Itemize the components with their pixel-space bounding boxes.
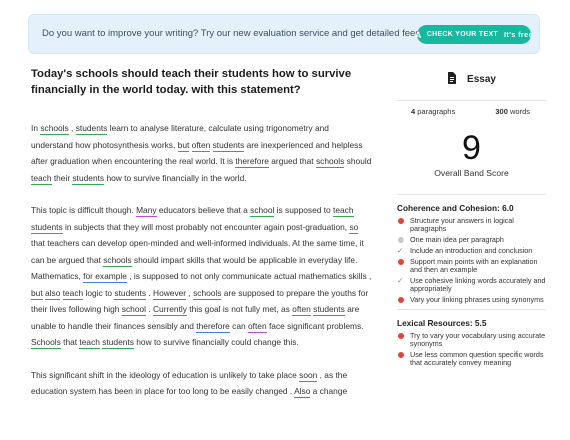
red-dot-icon [398, 333, 404, 339]
highlighted-word[interactable]: also [44, 287, 61, 300]
highlighted-word[interactable]: for example [83, 271, 127, 283]
free-label: It's free [504, 30, 534, 39]
essay-paragraph: This topic is difficult though. Many edu… [31, 205, 372, 349]
divider [397, 309, 546, 310]
highlighted-word[interactable]: However [153, 287, 187, 300]
criterion-title: Lexical Resources: 5.5 [397, 318, 487, 328]
highlighted-word[interactable]: school [121, 304, 146, 316]
divider [397, 194, 546, 195]
gray-dot-icon [398, 237, 404, 243]
criterion-item: One main idea per paragraph [397, 236, 546, 244]
criterion-item: Use less common question specific words … [397, 351, 546, 367]
highlighted-word[interactable]: but [177, 139, 190, 152]
highlighted-word[interactable]: soon [299, 369, 318, 382]
banner-text: Do you want to improve your writing? Try… [42, 28, 444, 39]
essay-body: Today's schools should teach their stude… [31, 64, 373, 400]
highlighted-word[interactable]: so [349, 221, 359, 234]
red-dot-icon [398, 352, 404, 358]
essay-paragraph: In schools , students learn to analyse l… [31, 123, 372, 185]
criterion-item: ✓ Include an introduction and conclusion [397, 246, 533, 255]
essay-title: Today's schools should teach their stude… [31, 68, 352, 96]
highlighted-word[interactable]: Many [136, 205, 157, 217]
highlighted-word[interactable]: Currently [152, 304, 187, 316]
essay-label: Essay [467, 73, 496, 85]
words-stat: 300 words [495, 107, 530, 116]
highlighted-word[interactable]: teach [79, 337, 100, 349]
highlighted-word[interactable]: Also [294, 386, 311, 398]
highlighted-word[interactable]: teach [31, 172, 52, 185]
highlighted-word[interactable]: often [292, 304, 311, 316]
highlighted-word[interactable]: therefore [196, 320, 230, 333]
highlighted-word[interactable]: students [102, 337, 134, 349]
highlighted-word[interactable]: schools [40, 123, 69, 135]
document-icon [447, 71, 457, 87]
highlighted-word[interactable]: students [75, 123, 108, 135]
highlighted-word[interactable]: schools [315, 156, 345, 168]
check-icon: ✓ [397, 246, 404, 255]
feedback-banner: Do you want to improve your writing? Try… [28, 14, 540, 54]
criterion-item: Try to vary your vocabulary using accura… [397, 332, 546, 348]
criterion-item: Vary your linking phrases using synonyms [397, 296, 546, 304]
highlighted-word[interactable]: often [191, 139, 211, 152]
check-text-label: CHECK YOUR TEXT [426, 31, 499, 38]
check-icon: ✓ [397, 276, 404, 285]
highlighted-word[interactable]: schools [103, 254, 132, 267]
criterion-title: Coherence and Cohesion: 6.0 [397, 203, 514, 213]
highlighted-word[interactable]: teach [62, 287, 84, 300]
highlighted-word[interactable]: students [72, 172, 105, 185]
essay-header: Essay [397, 68, 546, 90]
highlighted-word[interactable]: schools [193, 287, 222, 300]
red-dot-icon [398, 259, 404, 265]
criterion-item: Structure your answers in logical paragr… [397, 217, 546, 233]
highlighted-word[interactable]: students [313, 304, 345, 316]
highlighted-word[interactable]: often [248, 320, 267, 333]
highlighted-word[interactable]: students [212, 139, 245, 152]
score-panel: Essay 4 paragraphs 300 words 9 Overall B… [397, 64, 546, 370]
essay-paragraph: This significant shift in the ideology o… [31, 369, 348, 398]
highlighted-word[interactable]: students [114, 287, 147, 300]
essay-stats: 4 paragraphs 300 words [397, 101, 546, 116]
highlighted-word[interactable]: teach [333, 205, 354, 217]
band-score: 9 [462, 129, 481, 167]
highlighted-word[interactable]: therefore [235, 156, 269, 168]
pen-check-icon: A [414, 29, 422, 40]
criterion-item: Support main points with an explanation … [397, 258, 546, 274]
highlighted-word[interactable]: school [250, 205, 275, 217]
criterion-item: ✓ Use cohesive linking words accurately a… [397, 276, 546, 293]
paragraphs-stat: 4 paragraphs [411, 107, 456, 116]
check-text-button[interactable]: A CHECK YOUR TEXT It's free [414, 25, 534, 44]
red-dot-icon [398, 297, 404, 303]
band-score-label: Overall Band Score [434, 168, 509, 178]
criteria-list: Coherence and Cohesion: 6.0 Structure you… [397, 203, 546, 367]
red-dot-icon [398, 218, 404, 224]
criterion-items: Structure your answers in logical paragr… [397, 217, 546, 304]
highlighted-word[interactable]: Schools [31, 337, 61, 349]
highlighted-word[interactable]: students [31, 221, 63, 234]
highlighted-word[interactable]: but [31, 287, 43, 300]
criterion-items: Try to vary your vocabulary using accura… [397, 332, 546, 367]
